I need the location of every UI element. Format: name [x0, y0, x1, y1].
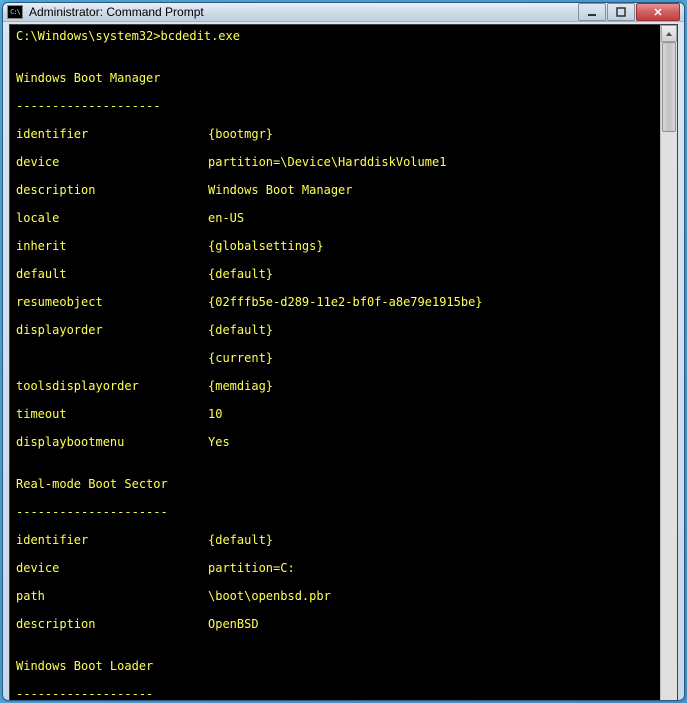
output-row: descriptionWindows Boot Manager [16, 183, 654, 197]
prompt-path: C:\Windows\system32> [16, 29, 161, 43]
output-row: inherit{globalsettings} [16, 239, 654, 253]
close-icon [653, 7, 663, 17]
window-title: Administrator: Command Prompt [29, 5, 578, 19]
output-row: default{default} [16, 267, 654, 281]
scroll-track[interactable] [661, 42, 677, 701]
console-area: C:\Windows\system32>bcdedit.exe Windows … [9, 24, 678, 701]
command-prompt-window: C:\ Administrator: Command Prompt C:\Win… [2, 2, 685, 701]
close-button[interactable] [636, 3, 680, 21]
section-underline: --------------------- [16, 505, 654, 519]
scroll-thumb[interactable] [662, 42, 676, 132]
section-underline: ------------------- [16, 687, 654, 701]
maximize-button[interactable] [607, 3, 635, 21]
output-row: identifier{bootmgr} [16, 127, 654, 141]
output-row: toolsdisplayorder{memdiag} [16, 379, 654, 393]
output-row: localeen-US [16, 211, 654, 225]
output-row: displayorder{default} [16, 323, 654, 337]
maximize-icon [616, 7, 626, 17]
output-row: identifier{default} [16, 533, 654, 547]
vertical-scrollbar[interactable] [660, 25, 677, 701]
console-output[interactable]: C:\Windows\system32>bcdedit.exe Windows … [10, 25, 660, 701]
output-row: {current} [16, 351, 654, 365]
output-row: timeout10 [16, 407, 654, 421]
section-title: Windows Boot Loader [16, 659, 654, 673]
scroll-up-button[interactable] [661, 25, 677, 42]
output-row: devicepartition=\Device\HarddiskVolume1 [16, 155, 654, 169]
output-row: descriptionOpenBSD [16, 617, 654, 631]
titlebar[interactable]: C:\ Administrator: Command Prompt [3, 3, 684, 22]
minimize-button[interactable] [578, 3, 606, 21]
output-row: resumeobject{02fffb5e-d289-11e2-bf0f-a8e… [16, 295, 654, 309]
cmd-icon: C:\ [7, 5, 23, 19]
output-row: devicepartition=C: [16, 561, 654, 575]
chevron-up-icon [665, 31, 673, 37]
prompt-command: bcdedit.exe [161, 29, 240, 43]
output-row: path\boot\openbsd.pbr [16, 589, 654, 603]
section-title: Real-mode Boot Sector [16, 477, 654, 491]
section-underline: -------------------- [16, 99, 654, 113]
section-title: Windows Boot Manager [16, 71, 654, 85]
output-row: displaybootmenuYes [16, 435, 654, 449]
minimize-icon [587, 7, 597, 17]
window-controls [578, 3, 680, 21]
